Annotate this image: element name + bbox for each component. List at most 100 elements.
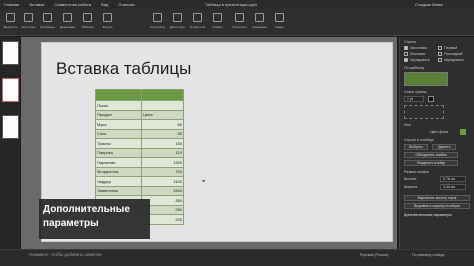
width-input[interactable]: 3.04 см [440,184,466,190]
table-cell[interactable]: Моцарелла [95,166,142,177]
cell-background-label: Фон [404,123,411,127]
table-cell[interactable]: 80 [141,119,184,130]
slide-thumbnail[interactable] [2,41,19,65]
rows-section-label: Строка [404,40,416,44]
distribute-rows-button[interactable]: Выровнять высоту строк [404,195,470,201]
insert-image-button[interactable]: Изображение [40,12,55,34]
table-cell[interactable]: Продукт [95,109,142,120]
last-column-checkbox[interactable]: Последний [438,52,463,57]
table-cell[interactable]: 85 [141,128,184,139]
table-cell[interactable]: 110 [141,147,184,158]
insert-table-button[interactable]: Таблица [80,12,95,34]
table-row[interactable]: Пармезан 1300 [95,157,184,168]
border-color-swatch[interactable] [428,96,434,102]
shape-icon [103,13,112,22]
distribute-columns-button[interactable]: Выровнять ширину столбцов [404,203,470,209]
table-header-row[interactable] [95,89,184,101]
table-cell[interactable]: Эмменталь [95,185,142,196]
table-cell[interactable] [141,100,184,111]
cell-size-label: Размер ячейки [404,170,429,174]
slide-thumbnail-selected[interactable] [2,78,19,102]
zoom-fit-button[interactable]: По размеру слайда [412,253,444,257]
table-cell[interactable]: Мука [95,119,142,130]
table-icon [83,13,92,22]
caption-line-2: параметры [43,218,99,229]
chart-icon [63,13,72,22]
table-cell[interactable]: Томаты [95,138,142,149]
table-row[interactable]: Томаты 150 [95,138,184,149]
table-cell[interactable]: Показ [95,100,142,111]
table-cell[interactable]: Соль [95,128,142,139]
slide-title[interactable]: Вставка таблицы [56,59,191,79]
header-row-checkbox[interactable]: Заголовок [404,46,427,51]
menu-home[interactable]: Главная [4,2,19,7]
first-column-checkbox[interactable]: Первый [438,46,457,51]
date-time-button[interactable]: Дата и время [170,12,185,34]
table-row[interactable]: Соль 85 [95,128,184,139]
image-icon [43,13,52,22]
caption-line-1: Дополнительные [43,204,130,215]
table-cell[interactable]: Цена [141,109,184,120]
user-name[interactable]: Сладкая Мама [415,0,443,9]
width-label: Ширина [404,185,418,189]
background-color-swatch[interactable] [460,129,466,135]
language-indicator[interactable]: Русский (Россия) [360,253,389,257]
table-row[interactable]: Показ [95,100,184,111]
template-label: По шаблону [404,66,425,70]
height-input[interactable]: 0.78 см [440,176,466,182]
select-tool-button[interactable]: Выделить [3,12,18,34]
menu-collaboration[interactable]: Совместная работа [54,2,91,7]
menu-insert[interactable]: Вставка [29,2,44,7]
advanced-settings-link[interactable]: Дополнительные параметры [404,213,452,217]
table-row[interactable]: Продукт Цена [95,109,184,120]
table-cell[interactable]: 1300 [141,157,184,168]
table-cell[interactable]: 1100 [141,176,184,187]
table-cell[interactable]: Паприка [95,147,142,158]
border-size-select[interactable]: 1 pt [404,96,424,102]
table-row[interactable]: Мука 80 [95,119,184,130]
total-row-checkbox[interactable]: Итоговая [404,52,425,57]
slide-number-icon [193,13,202,22]
table-row[interactable]: Чеддер 1100 [95,176,184,187]
merge-cells-button[interactable]: Объединить ячейки [404,152,458,158]
delete-dropdown-button[interactable]: Удалить [432,144,456,150]
slide-thumbnails[interactable] [0,37,20,249]
notes-placeholder[interactable]: Нажмите, чтобы добавить заметки [29,252,102,257]
menu-plugins[interactable]: Плагины [118,2,134,7]
window-title: Таблица в презентации.pptx [205,2,258,7]
table-cell[interactable] [141,89,184,101]
rows-columns-label: Строки и столбцы [404,138,434,142]
omega-icon [213,13,222,22]
equation-button[interactable]: Уравнение [252,12,267,34]
table-template-preview[interactable] [404,72,448,86]
symbol-button[interactable]: Символ [210,12,225,34]
ribbon-toolbar: Выделить Текст.поле Изображение Диаграмм… [0,9,474,36]
table-cell[interactable]: 700 [141,166,184,177]
slide-thumbnail[interactable] [2,115,19,139]
table-row[interactable]: Моцарелла 700 [95,166,184,177]
smartart-icon [275,13,284,22]
banded-rows-checkbox[interactable]: Чередовать [404,58,430,63]
table-settings-panel: Строка Заголовок Итоговая Чередовать Пер… [399,37,474,249]
table-cell[interactable]: Чеддер [95,176,142,187]
select-dropdown-button[interactable]: Выбрать [404,144,428,150]
header-footer-button[interactable]: Колонтитулы [150,12,165,34]
table-row[interactable]: Эмменталь 1500 [95,185,184,196]
table-cell[interactable]: Пармезан [95,157,142,168]
insert-chart-button[interactable]: Диаграмма [60,12,75,34]
table-row[interactable]: Паприка 110 [95,147,184,158]
header-footer-icon [153,13,162,22]
table-cell[interactable] [95,89,142,101]
banded-columns-checkbox[interactable]: Чередовать [438,58,464,63]
border-preview-grid[interactable] [404,105,444,119]
table-cell[interactable]: 150 [141,138,184,149]
insert-shape-button[interactable]: Фигура [100,12,115,34]
slide-number-button[interactable]: Номер слайда [190,12,205,34]
hyperlink-button[interactable]: Гиперссылка [232,12,247,34]
menu-view[interactable]: Вид [101,2,108,7]
equation-icon [255,13,264,22]
split-cell-button[interactable]: Разделить ячейку [404,160,458,166]
smartart-button[interactable]: Смарт [272,12,287,34]
text-box-button[interactable]: Текст.поле [21,12,36,34]
table-cell[interactable]: 1500 [141,185,184,196]
